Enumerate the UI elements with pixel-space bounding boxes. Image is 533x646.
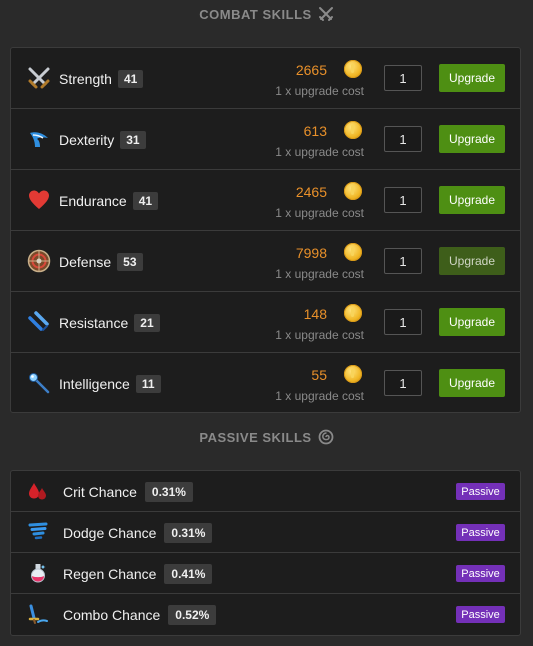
skill-row-dexterity: Dexterity 31 613 1 x upgrade cost Upgrad…	[11, 109, 520, 170]
tornado-icon	[27, 521, 49, 543]
blood-drops-icon	[27, 480, 49, 502]
coin-icon	[344, 60, 362, 78]
crossed-swords-icon	[27, 66, 51, 90]
round-shield-icon	[27, 249, 51, 273]
upgrade-button[interactable]: Upgrade	[439, 64, 505, 92]
combat-skills-panel: Strength 41 2665 1 x upgrade cost Upgrad…	[10, 47, 521, 413]
skill-name: Strength	[59, 71, 112, 87]
upgrade-cost-note: 1 x upgrade cost	[275, 267, 364, 281]
skill-level-badge: 41	[117, 70, 144, 88]
passive-row-dodge-chance: Dodge Chance 0.31% Passive	[11, 512, 520, 553]
passive-badge: Passive	[456, 565, 505, 582]
passive-skills-heading: PASSIVE SKILLS	[0, 428, 533, 446]
passive-skills-panel: Crit Chance 0.31% Passive Dodge Chance 0…	[10, 470, 521, 636]
upgrade-quantity-input[interactable]	[384, 248, 422, 274]
skill-level-badge: 31	[120, 131, 146, 149]
upgrade-button[interactable]: Upgrade	[439, 247, 505, 275]
passive-skill-name: Combo Chance	[63, 607, 161, 623]
upgrade-cost: 2665	[295, 62, 327, 78]
potion-icon	[27, 562, 49, 584]
coin-icon	[344, 304, 362, 322]
passive-row-crit-chance: Crit Chance 0.31% Passive	[11, 471, 520, 512]
skill-level-badge: 21	[134, 314, 160, 332]
passive-row-combo-chance: Combo Chance 0.52% Passive	[11, 594, 520, 635]
upgrade-quantity-input[interactable]	[384, 65, 422, 91]
passive-skill-name: Crit Chance	[63, 484, 137, 500]
magic-wand-icon	[27, 371, 51, 395]
passive-skill-value: 0.52%	[168, 605, 217, 625]
skill-level-badge: 53	[117, 253, 143, 271]
upgrade-cost-note: 1 x upgrade cost	[275, 84, 364, 98]
upgrade-button[interactable]: Upgrade	[439, 308, 505, 336]
passive-skill-value: 0.31%	[164, 523, 213, 543]
upgrade-cost-note: 1 x upgrade cost	[275, 145, 364, 159]
coin-icon	[344, 243, 362, 261]
coin-icon	[344, 182, 362, 200]
upgrade-cost: 2465	[295, 184, 327, 200]
sword-strike-icon	[27, 603, 49, 625]
coin-icon	[344, 365, 362, 383]
skill-row-defense: Defense 53 7998 1 x upgrade cost Upgrade	[11, 231, 520, 292]
skill-name: Resistance	[59, 315, 129, 331]
combat-skills-title: COMBAT SKILLS	[199, 6, 312, 22]
winged-boot-icon	[27, 127, 51, 151]
passive-badge: Passive	[456, 524, 505, 541]
passive-skill-name: Regen Chance	[63, 566, 157, 582]
upgrade-quantity-input[interactable]	[384, 370, 422, 396]
upgrade-quantity-input[interactable]	[384, 309, 422, 335]
passive-skill-name: Dodge Chance	[63, 525, 157, 541]
passive-badge: Passive	[456, 483, 505, 500]
skill-row-intelligence: Intelligence 11 55 1 x upgrade cost Upgr…	[11, 353, 520, 414]
blue-blades-icon	[27, 310, 51, 334]
upgrade-cost: 7998	[295, 245, 327, 261]
upgrade-cost: 148	[303, 306, 327, 322]
skill-level-badge: 11	[135, 375, 161, 393]
skill-row-strength: Strength 41 2665 1 x upgrade cost Upgrad…	[11, 48, 520, 109]
upgrade-cost: 613	[303, 123, 327, 139]
skill-row-resistance: Resistance 21 148 1 x upgrade cost Upgra…	[11, 292, 520, 353]
swirl-icon	[318, 429, 334, 445]
upgrade-button[interactable]: Upgrade	[439, 125, 505, 153]
coin-icon	[344, 121, 362, 139]
upgrade-button[interactable]: Upgrade	[439, 369, 505, 397]
passive-skill-value: 0.31%	[144, 482, 193, 502]
upgrade-quantity-input[interactable]	[384, 187, 422, 213]
upgrade-cost-note: 1 x upgrade cost	[275, 206, 364, 220]
skill-name: Defense	[59, 254, 112, 270]
skill-name: Intelligence	[59, 376, 130, 392]
heart-icon	[27, 188, 51, 212]
skill-name: Dexterity	[59, 132, 115, 148]
upgrade-cost-note: 1 x upgrade cost	[275, 328, 364, 342]
passive-badge: Passive	[456, 606, 505, 623]
upgrade-cost-note: 1 x upgrade cost	[275, 389, 364, 403]
upgrade-cost: 55	[311, 367, 327, 383]
upgrade-quantity-input[interactable]	[384, 126, 422, 152]
skill-row-endurance: Endurance 41 2465 1 x upgrade cost Upgra…	[11, 170, 520, 231]
combat-skills-heading: COMBAT SKILLS	[0, 5, 533, 23]
skill-name: Endurance	[59, 193, 127, 209]
upgrade-button[interactable]: Upgrade	[439, 186, 505, 214]
passive-row-regen-chance: Regen Chance 0.41% Passive	[11, 553, 520, 594]
crossed-swords-icon	[318, 6, 334, 22]
passive-skills-title: PASSIVE SKILLS	[199, 429, 312, 445]
passive-skill-value: 0.41%	[164, 564, 213, 584]
skill-level-badge: 41	[132, 192, 159, 210]
